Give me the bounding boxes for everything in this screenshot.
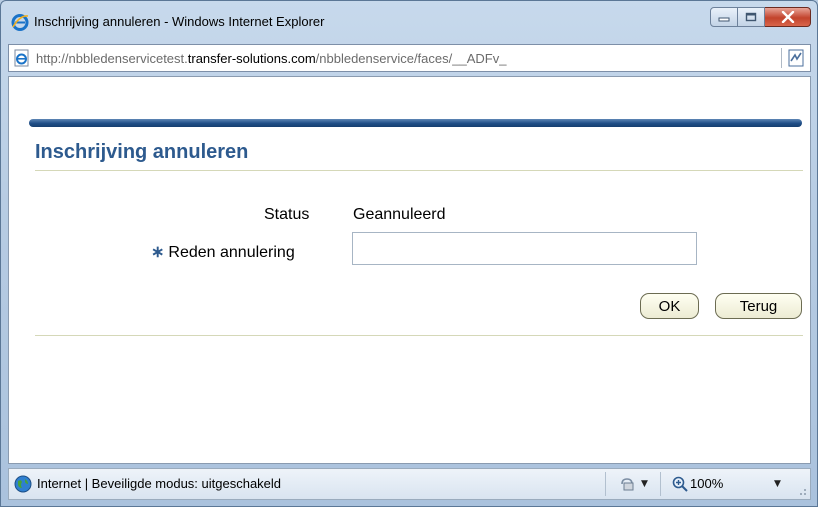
back-button[interactable]: Terug: [715, 293, 802, 319]
page-icon: [14, 49, 29, 67]
address-bar[interactable]: http://nbbledenservicetest.transfer-solu…: [8, 44, 811, 72]
maximize-icon: [745, 12, 757, 22]
security-zone-text[interactable]: Internet | Beveiligde modus: uitgeschake…: [37, 476, 281, 491]
zoom-level[interactable]: 100%: [690, 476, 723, 491]
close-icon: [781, 11, 794, 23]
magnifier-icon[interactable]: [672, 476, 688, 492]
address-separator: [781, 48, 782, 68]
status-label: Status: [264, 206, 310, 223]
brand-bar: [29, 119, 802, 127]
resize-grip-icon[interactable]: [797, 486, 807, 496]
url-prefix: http://nbbledenservicetest.: [36, 51, 188, 66]
status-separator: [605, 472, 606, 496]
reason-label: ∗ Reden annulering: [151, 242, 295, 262]
url-suffix: /nbbledenservice/faces/__ADFv_: [315, 51, 507, 66]
required-marker: ∗: [151, 244, 165, 261]
protected-mode-icon[interactable]: [619, 476, 637, 492]
bottom-divider: [35, 335, 803, 336]
page-title: Inschrijving annuleren: [35, 141, 249, 163]
title-bar[interactable]: Inschrijving annuleren - Windows Interne…: [1, 1, 817, 39]
minimize-icon: [718, 17, 730, 22]
browser-window: Inschrijving annuleren - Windows Interne…: [0, 0, 818, 507]
compatibility-view-icon[interactable]: [786, 48, 806, 68]
maximize-button[interactable]: [738, 7, 765, 27]
status-bar: Internet | Beveiligde modus: uitgeschake…: [8, 468, 811, 500]
close-button[interactable]: [765, 7, 811, 27]
status-separator: [660, 472, 661, 496]
status-value: Geannuleerd: [353, 206, 446, 223]
window-title: Inschrijving annuleren - Windows Interne…: [34, 14, 325, 29]
globe-icon: [14, 475, 32, 493]
title-divider: [35, 170, 803, 171]
minimize-button[interactable]: [710, 7, 738, 27]
reason-input[interactable]: [352, 232, 697, 265]
ok-button[interactable]: OK: [640, 293, 699, 319]
chevron-down-icon[interactable]: ▼: [641, 479, 648, 489]
window-controls: [710, 7, 811, 29]
url-domain: transfer-solutions.com: [187, 51, 316, 66]
chevron-down-icon[interactable]: ▼: [774, 479, 781, 489]
ie-logo-icon: [11, 14, 29, 31]
reason-label-text: Reden annulering: [168, 244, 295, 261]
url-text[interactable]: http://nbbledenservicetest.transfer-solu…: [36, 51, 506, 66]
page-content: Inschrijving annuleren Status Geannuleer…: [8, 76, 811, 464]
